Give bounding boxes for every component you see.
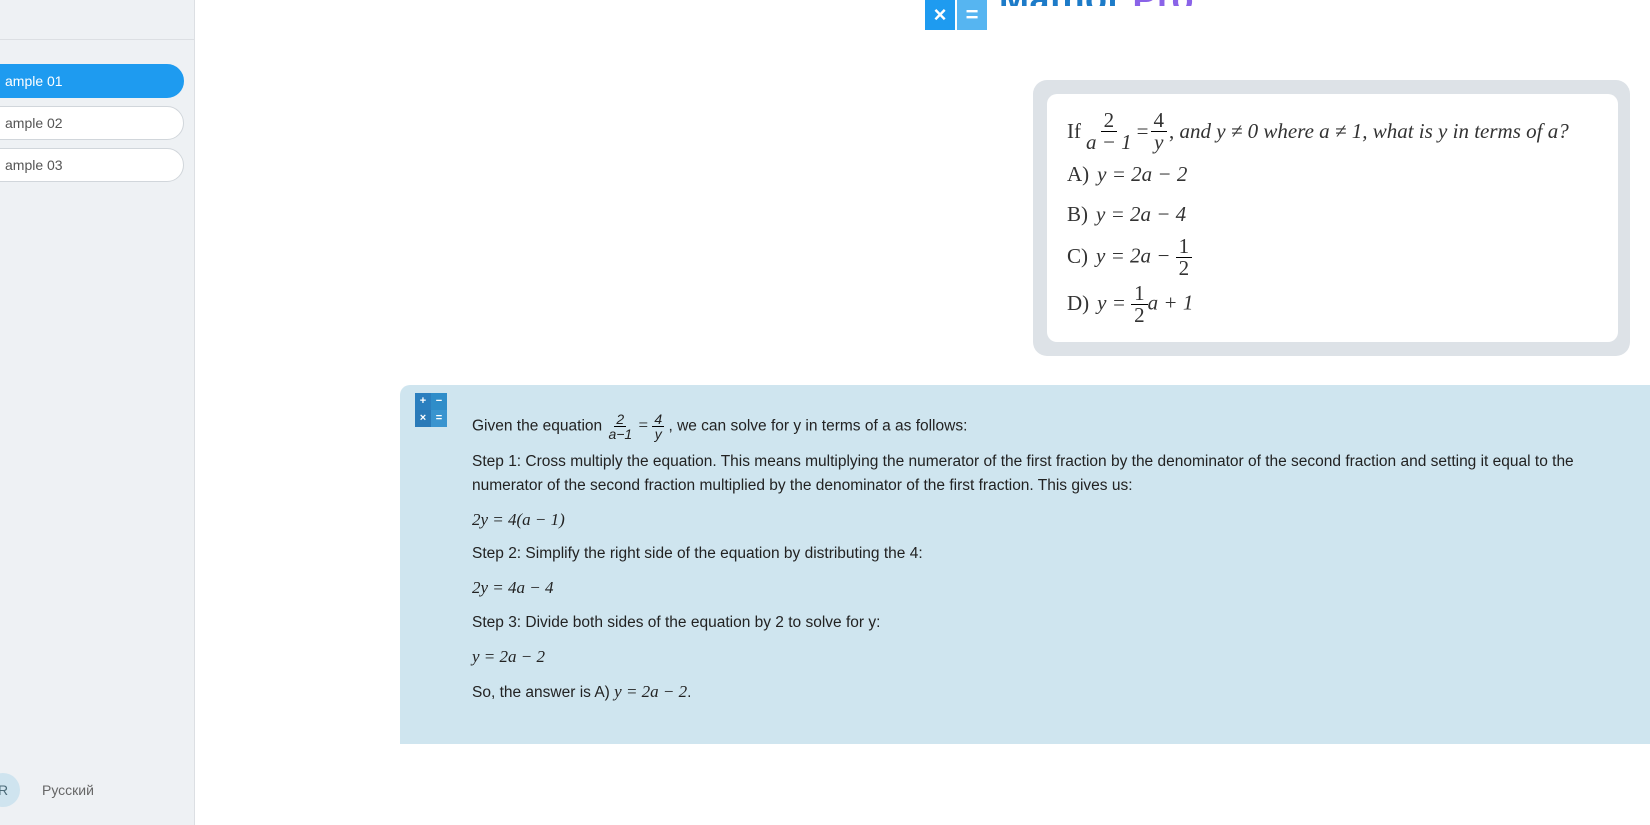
example-03-item[interactable]: ample 03 (0, 148, 184, 182)
option-d[interactable]: D)y = 12a + 1 (1067, 283, 1598, 326)
equals-sign: = (1137, 114, 1149, 150)
main-content: × = Mathor Pro If 2 a − 1 = 4 y , and y … (195, 0, 1650, 825)
brand-tiles: × = (925, 0, 987, 30)
math-2: 2y = 4a − 4 (472, 575, 1626, 601)
option-b[interactable]: B)y = 2a − 4 (1067, 197, 1598, 233)
step-3: Step 3: Divide both sides of the equatio… (472, 611, 1626, 635)
math-3: y = 2a − 2 (472, 644, 1626, 670)
question-card: If 2 a − 1 = 4 y , and y ≠ 0 where a ≠ 1… (1033, 80, 1630, 356)
solution-panel: +−×= Given the equation 2a−1 = 4y , we c… (400, 385, 1650, 744)
solution-intro: Given the equation 2a−1 = 4y , we can so… (472, 412, 1626, 441)
language-icon: R (0, 773, 20, 807)
question-statement: If 2 a − 1 = 4 y , and y ≠ 0 where a ≠ 1… (1067, 110, 1598, 153)
step-1: Step 1: Cross multiply the equation. Thi… (472, 450, 1626, 498)
brand-title: Mathor Pro (999, 0, 1194, 6)
option-a[interactable]: A)y = 2a − 2 (1067, 157, 1598, 193)
example-02-item[interactable]: ample 02 (0, 106, 184, 140)
example-01-item[interactable]: ample 01 (0, 64, 184, 98)
language-selector[interactable]: R Русский (0, 773, 94, 807)
sidebar-header-divider (0, 0, 194, 40)
option-c[interactable]: C)y = 2a − 12 (1067, 236, 1598, 279)
equals-tile-icon: = (957, 0, 987, 30)
step-2: Step 2: Simplify the right side of the e… (472, 542, 1626, 566)
q-prefix: If (1067, 114, 1081, 150)
brand-row: × = Mathor Pro (925, 0, 1194, 30)
math-1: 2y = 4(a − 1) (472, 507, 1626, 533)
language-label: Русский (42, 782, 94, 798)
fraction-1: 2 a − 1 (1083, 110, 1135, 153)
solver-icon: +−×= (415, 393, 447, 425)
sidebar: ample 01 ample 02 ample 03 R Русский (0, 0, 195, 825)
multiply-tile-icon: × (925, 0, 955, 30)
question-body: If 2 a − 1 = 4 y , and y ≠ 0 where a ≠ 1… (1047, 94, 1618, 342)
solution-final: So, the answer is A) y = 2a − 2. (472, 679, 1626, 705)
q-condition: , and y ≠ 0 where a ≠ 1, what is y in te… (1169, 114, 1569, 150)
fraction-2: 4 y (1151, 110, 1168, 153)
